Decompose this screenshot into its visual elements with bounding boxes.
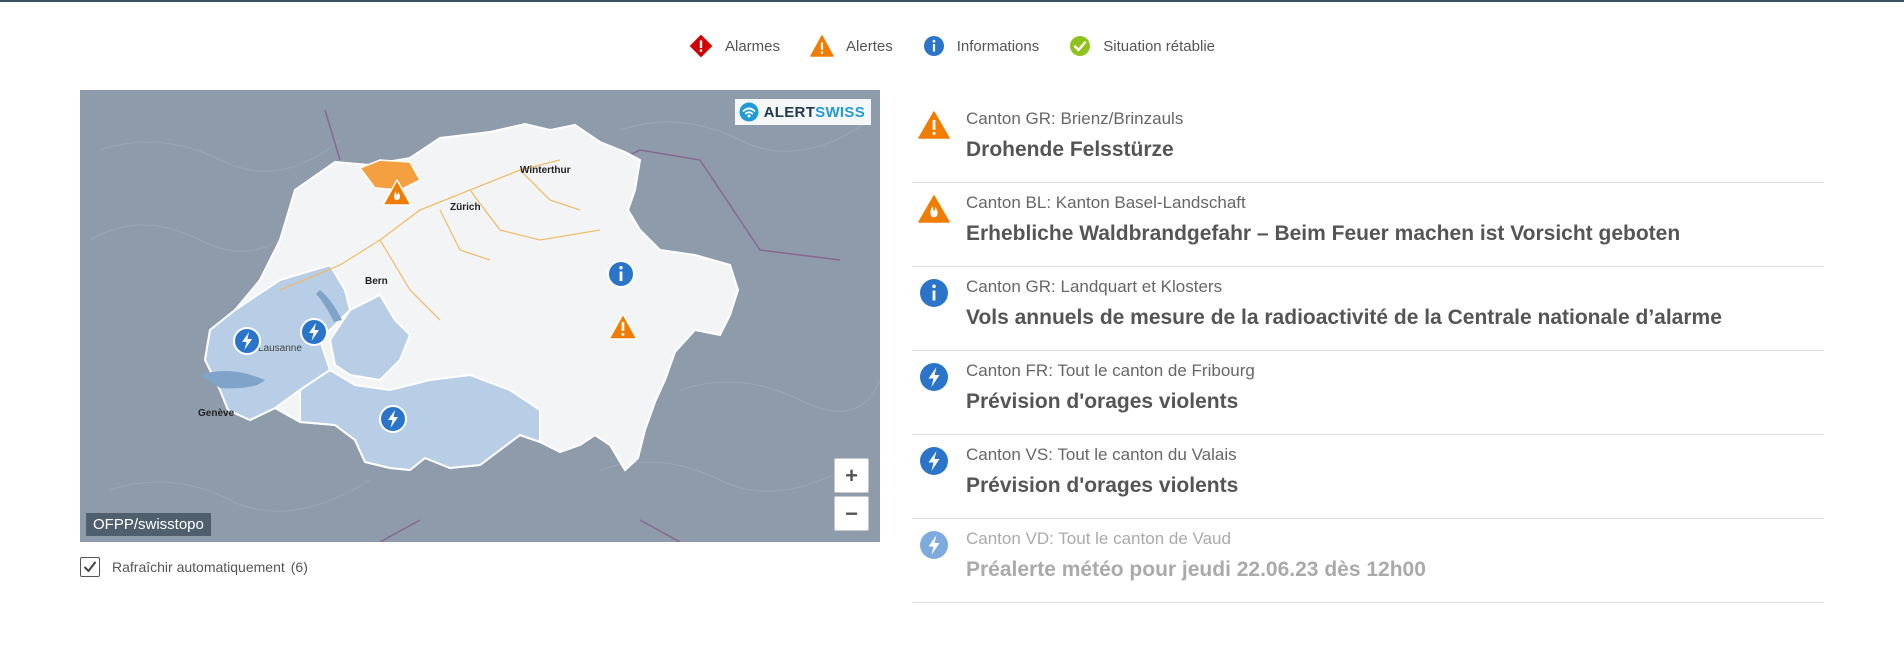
event-place: Canton GR: Brienz/Brinzauls (966, 109, 1184, 128)
event-place: Canton BL: Kanton Basel-Landschaft (966, 193, 1246, 212)
info-icon (923, 36, 944, 56)
map-pin-lightning-icon-vaud[interactable] (232, 326, 262, 356)
warning-icon (810, 35, 834, 57)
map-pin-info-icon[interactable] (606, 259, 636, 289)
zoom-in-button[interactable]: + (834, 458, 869, 493)
check-icon (1070, 36, 1091, 56)
event-place: Canton VD: Tout le canton de Vaud (966, 529, 1231, 548)
event-item[interactable]: Canton FR: Tout le canton de Fribourg Pr… (912, 351, 1824, 435)
city-geneve: Genève (198, 408, 235, 419)
event-item[interactable]: Canton VS: Tout le canton du Valais Prév… (912, 435, 1824, 519)
map-pin-warning-icon[interactable] (608, 312, 638, 342)
event-place: Canton GR: Landquart et Klosters (966, 277, 1223, 296)
event-title[interactable]: Vols annuels de mesure de la radioactivi… (966, 306, 1722, 330)
event-title[interactable]: Prévision d'orages violents (966, 390, 1238, 414)
brand-part1: ALERT (763, 103, 816, 121)
lightning-icon (920, 447, 948, 475)
event-title[interactable]: Prévision d'orages violents (966, 474, 1238, 498)
legend-label-alarms: Alarmes (725, 37, 781, 55)
auto-refresh: Rafraîchir automatiquement (6) (80, 557, 308, 577)
city-winterthur: Winterthur (520, 165, 571, 176)
alertswiss-logo: ALERTSWISS (734, 99, 871, 125)
fire-warning-icon (918, 195, 950, 223)
event-place: Canton VS: Tout le canton du Valais (966, 445, 1237, 464)
event-title[interactable]: Préalerte météo pour jeudi 22.06.23 dès … (966, 558, 1426, 582)
legend-item-resolved[interactable]: Situation rétablie (1069, 34, 1215, 58)
zoom-out-button[interactable]: − (834, 496, 869, 531)
map-pin-fire-warning-icon[interactable] (382, 178, 412, 208)
event-place: Canton FR: Tout le canton de Fribourg (966, 361, 1255, 380)
map-background (80, 90, 880, 542)
top-border (0, 0, 1904, 2)
map-pin-lightning-icon-fribourg[interactable] (299, 317, 329, 347)
event-title[interactable]: Erhebliche Waldbrandgefahr – Beim Feuer … (966, 222, 1680, 246)
city-bern: Bern (365, 276, 388, 287)
auto-refresh-label[interactable]: Rafraîchir automatiquement (112, 559, 285, 575)
info-icon (920, 279, 948, 307)
legend-item-information[interactable]: Informations (923, 34, 1040, 58)
checkmark-icon (84, 561, 96, 572)
map-attribution: OFPP/swisstopo (86, 513, 211, 536)
alert-map[interactable]: Winterthur Zürich Bern Lausanne Genève A… (80, 90, 880, 542)
auto-refresh-count: (6) (290, 559, 308, 575)
map-pin-lightning-icon-valais[interactable] (378, 404, 408, 434)
signal-icon (739, 102, 759, 122)
legend-label-warnings: Alertes (846, 37, 893, 55)
city-zurich: Zürich (450, 202, 481, 213)
event-title[interactable]: Drohende Felsstürze (966, 138, 1174, 162)
legend-item-warnings[interactable]: Alertes (810, 34, 893, 58)
lightning-icon (920, 531, 948, 559)
warning-icon (918, 111, 950, 139)
legend: Alarmes Alertes Informations Situation r… (0, 34, 1904, 58)
event-item[interactable]: Canton BL: Kanton Basel-Landschaft Erheb… (912, 183, 1824, 267)
auto-refresh-checkbox[interactable] (80, 557, 100, 577)
city-lausanne: Lausanne (258, 343, 302, 354)
alarm-icon (689, 34, 713, 58)
legend-item-alarms[interactable]: Alarmes (689, 34, 780, 58)
legend-label-resolved: Situation rétablie (1103, 37, 1215, 55)
event-item[interactable]: Canton GR: Landquart et Klosters Vols an… (912, 267, 1824, 351)
event-item[interactable]: Canton GR: Brienz/Brinzauls Drohende Fel… (912, 99, 1824, 183)
legend-label-information: Informations (956, 37, 1040, 55)
brand-part2: SWISS (815, 103, 865, 121)
event-item[interactable]: Canton VD: Tout le canton de Vaud Préale… (912, 519, 1824, 603)
lightning-icon (920, 363, 948, 391)
event-list: Canton GR: Brienz/Brinzauls Drohende Fel… (912, 99, 1824, 603)
